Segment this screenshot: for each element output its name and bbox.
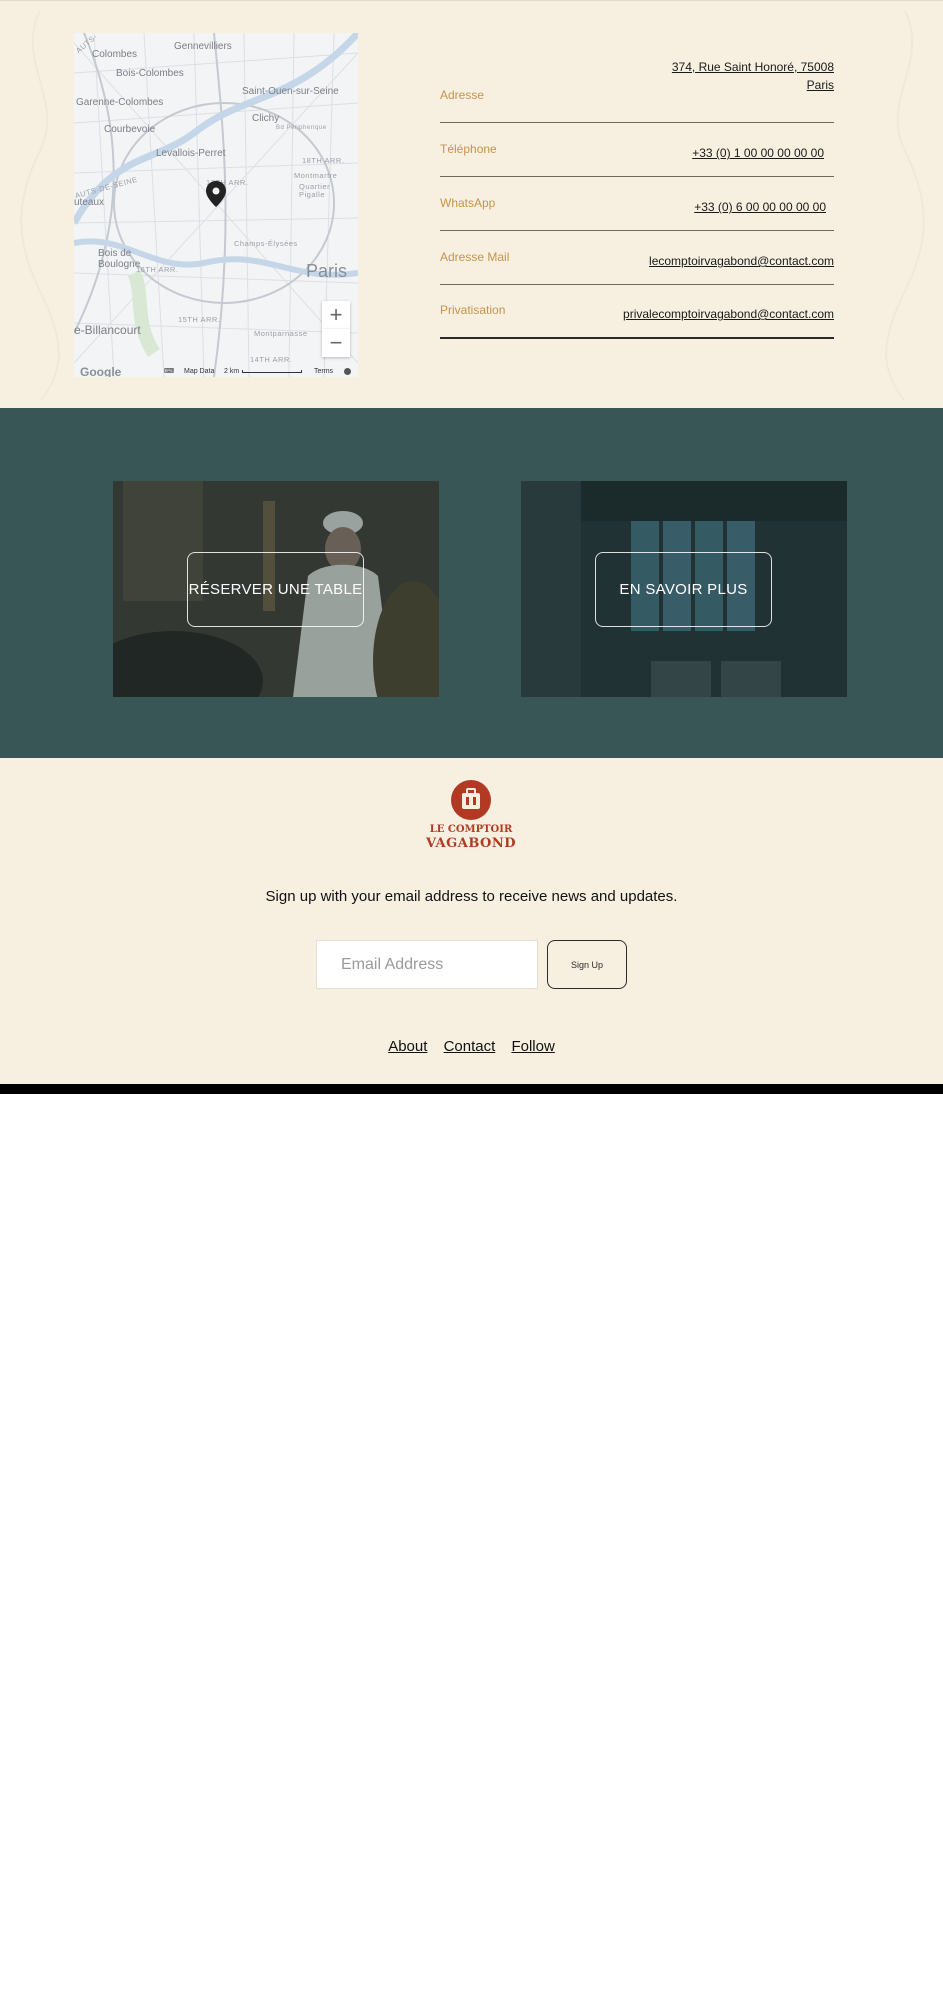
- newsletter-footer: LE COMPTOIR VAGABOND Sign up with your e…: [0, 758, 943, 1084]
- map-label: 15TH ARR.: [178, 315, 221, 324]
- logo-text-line2: VAGABOND: [425, 836, 517, 851]
- logo-emblem: [451, 780, 491, 820]
- contact-row-email: Adresse Mail lecomptoirvagabond@contact.…: [440, 231, 834, 285]
- learn-more-button[interactable]: EN SAVOIR PLUS: [595, 552, 772, 627]
- minus-icon: −: [329, 330, 343, 355]
- map-label: Montparnasse: [254, 329, 308, 338]
- follow-link[interactable]: Follow: [511, 1038, 554, 1055]
- location-map[interactable]: Gennevilliers Colombes Bois-Colombes Sai…: [74, 33, 358, 377]
- phone-link[interactable]: +33 (0) 1 00 00 00 00 00: [692, 144, 824, 162]
- map-label: Montmartre: [294, 171, 338, 180]
- privatisation-label: Privatisation: [440, 303, 506, 317]
- restaurant-photo-card: RÉSERVER UNE TABLE: [113, 481, 439, 697]
- contact-row-phone: Téléphone +33 (0) 1 00 00 00 00 00: [440, 123, 834, 177]
- whatsapp-label: WhatsApp: [440, 196, 496, 210]
- map-label: Saint-Ouen-sur-Seine: [242, 86, 339, 97]
- map-label: Garenne-Colombes: [76, 97, 164, 108]
- contact-row-address: Adresse 374, Rue Saint Honoré, 75008 Par…: [440, 55, 834, 123]
- map-scale-bar: [242, 370, 302, 373]
- contact-row-whatsapp: WhatsApp +33 (0) 6 00 00 00 00 00: [440, 177, 834, 231]
- map-label: Gennevilliers: [174, 41, 232, 52]
- map-label: Paris: [306, 261, 348, 281]
- zoom-in-button[interactable]: +: [322, 301, 350, 329]
- contact-link[interactable]: Contact: [444, 1038, 496, 1055]
- ornament-left: [20, 10, 60, 402]
- terms-link[interactable]: Terms: [314, 368, 333, 375]
- map-label: Bd Peripherique: [276, 125, 327, 131]
- google-logo: Google: [80, 365, 122, 377]
- restaurant-logo[interactable]: LE COMPTOIR VAGABOND: [421, 778, 521, 868]
- sign-up-button[interactable]: Sign Up: [547, 940, 627, 989]
- keyboard-icon[interactable]: ⌨: [164, 367, 174, 375]
- info-icon[interactable]: [344, 367, 351, 375]
- footer-links: About Contact Follow: [0, 1038, 943, 1055]
- map-label: Champs-Élysées: [234, 239, 298, 248]
- email-label: Adresse Mail: [440, 250, 510, 264]
- logo-text-line1: LE COMPTOIR: [429, 824, 513, 835]
- contact-section: Gennevilliers Colombes Bois-Colombes Sai…: [0, 0, 943, 408]
- cta-section: RÉSERVER UNE TABLE EN SAVOIR PLUS: [0, 408, 943, 758]
- map-label: Clichy: [252, 113, 280, 124]
- map-label: 18TH ARR.: [302, 156, 345, 165]
- map-data-link[interactable]: Map Data: [184, 368, 214, 375]
- ornament-right: [885, 10, 925, 402]
- location-pin-icon[interactable]: [206, 181, 226, 207]
- map-attribution: Google ⌨ Map Data 2 km Terms: [74, 365, 358, 377]
- page-bottom-bar: [0, 1084, 943, 1094]
- map-label: Colombes: [92, 49, 138, 60]
- map-label: Levallois-Perret: [156, 148, 226, 159]
- privatisation-link[interactable]: privalecomptoirvagabond@contact.com: [623, 305, 834, 323]
- map-label: Courbevoie: [104, 124, 156, 135]
- map-label: Quartier Pigalle: [299, 182, 331, 199]
- contact-info-table: Adresse 374, Rue Saint Honoré, 75008 Par…: [440, 55, 834, 339]
- zoom-out-button[interactable]: −: [322, 329, 350, 357]
- storefront-photo-card: EN SAVOIR PLUS: [521, 481, 847, 697]
- map-label: 14TH ARR.: [250, 355, 293, 364]
- map-scale-label: 2 km: [224, 367, 240, 375]
- about-link[interactable]: About: [388, 1038, 427, 1055]
- contact-row-privatisation: Privatisation privalecomptoirvagabond@co…: [440, 285, 834, 339]
- suitcase-icon: [462, 788, 480, 809]
- whatsapp-link[interactable]: +33 (0) 6 00 00 00 00 00: [694, 198, 826, 216]
- email-address-input[interactable]: Email Address: [316, 940, 538, 989]
- email-link[interactable]: lecomptoirvagabond@contact.com: [649, 252, 834, 270]
- plus-icon: +: [329, 302, 343, 327]
- map-label: Bois-Colombes: [116, 68, 184, 79]
- map-label: e-Billancourt: [74, 323, 141, 337]
- address-link[interactable]: 374, Rue Saint Honoré, 75008 Paris: [644, 58, 834, 94]
- reserve-table-button[interactable]: RÉSERVER UNE TABLE: [187, 552, 364, 627]
- map-label: 16TH ARR.: [136, 265, 179, 274]
- address-label: Adresse: [440, 88, 485, 102]
- phone-label: Téléphone: [440, 142, 497, 156]
- newsletter-prompt: Sign up with your email address to recei…: [265, 888, 678, 905]
